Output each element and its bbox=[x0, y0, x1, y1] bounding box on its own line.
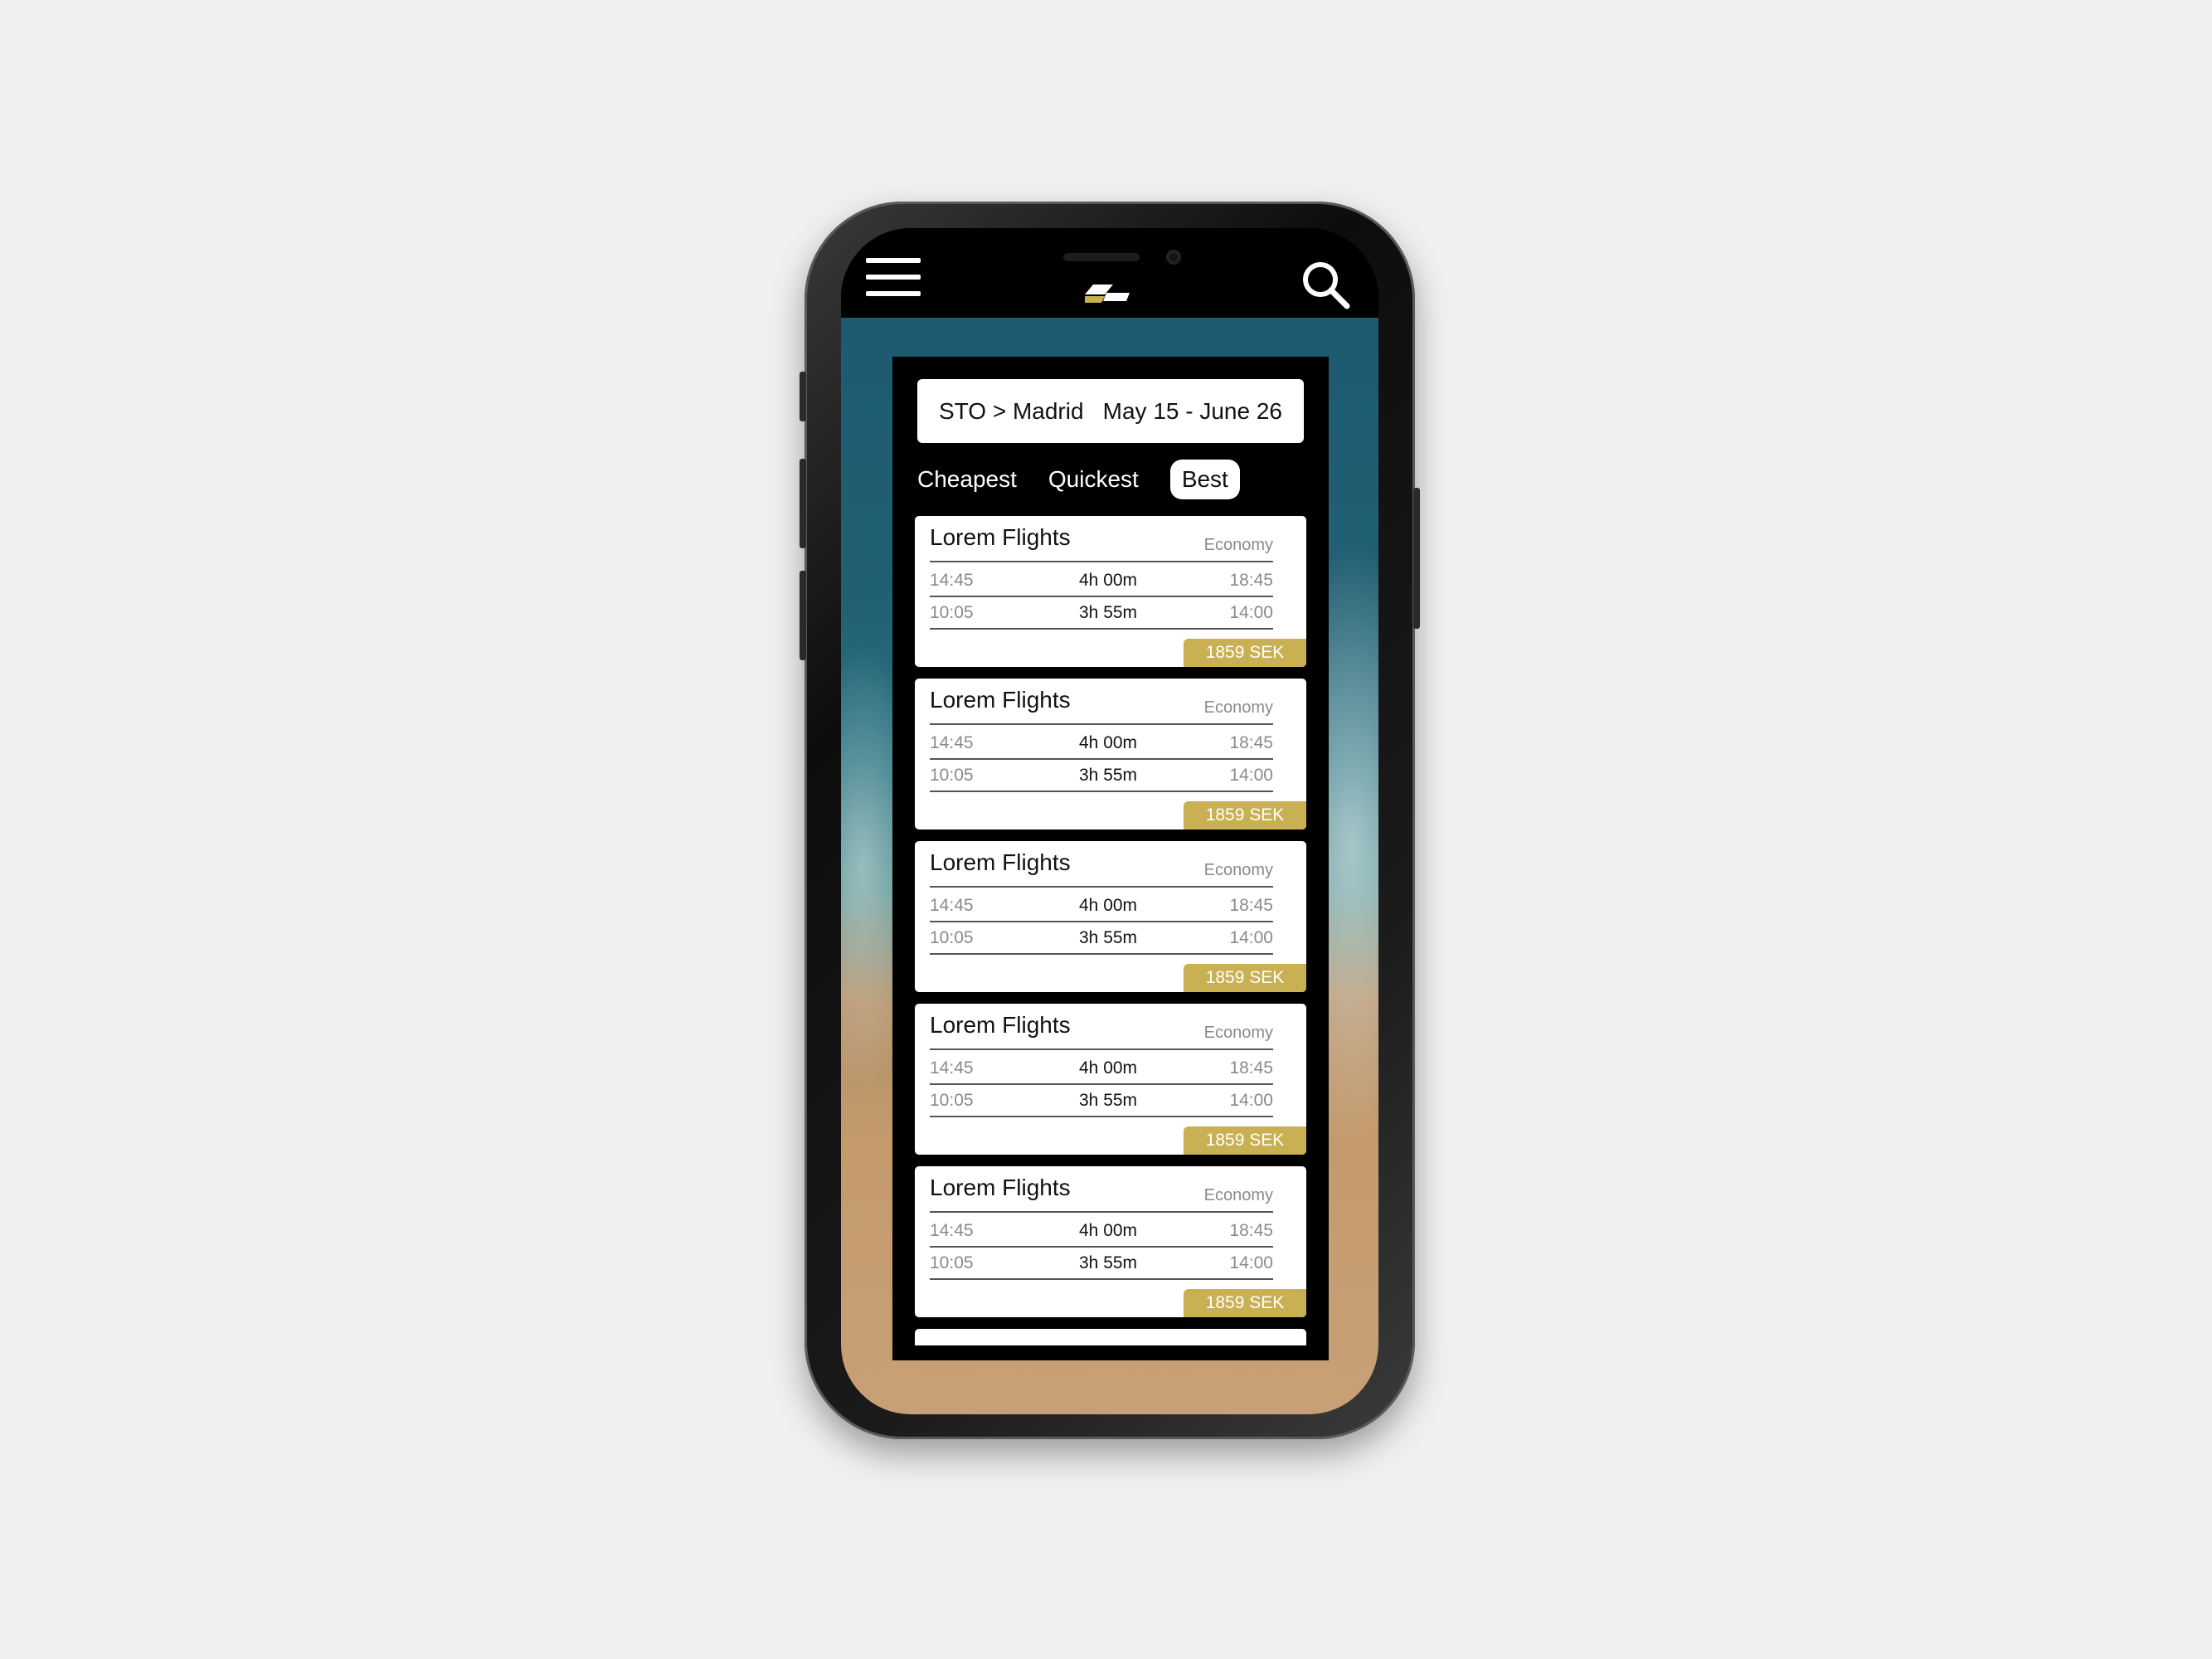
sort-tabs: Cheapest Quickest Best bbox=[917, 458, 1240, 501]
cabin-class: Economy bbox=[1203, 698, 1273, 717]
tab-best[interactable]: Best bbox=[1169, 460, 1240, 499]
cabin-class: Economy bbox=[1203, 1024, 1273, 1042]
outbound-leg: 14:45 4h 00m 18:45 bbox=[930, 1214, 1273, 1248]
departure-time: 14:45 bbox=[930, 571, 974, 590]
flight-duration: 4h 00m bbox=[1079, 1058, 1138, 1078]
tab-quickest[interactable]: Quickest bbox=[1048, 466, 1139, 493]
cabin-class: Economy bbox=[1203, 1186, 1273, 1204]
flight-duration: 3h 55m bbox=[1079, 603, 1138, 622]
top-bar bbox=[841, 228, 1378, 318]
silent-switch bbox=[800, 372, 806, 421]
results-panel: STO > Madrid May 15 - June 26 Cheapest Q… bbox=[892, 357, 1329, 1360]
phone-frame: STO > Madrid May 15 - June 26 Cheapest Q… bbox=[800, 202, 1420, 1439]
flight-duration: 4h 00m bbox=[1079, 1221, 1138, 1240]
price-badge: 1859 SEK bbox=[1184, 639, 1306, 667]
departure-time: 14:45 bbox=[930, 1058, 974, 1078]
price-badge: 1859 SEK bbox=[1184, 1126, 1306, 1155]
outbound-leg: 14:45 4h 00m 18:45 bbox=[930, 564, 1273, 597]
price-badge: 1859 SEK bbox=[1184, 964, 1306, 992]
flight-result-card[interactable]: Lorem Flights Economy 14:45 4h 00m 18:45… bbox=[915, 1004, 1306, 1155]
return-leg: 10:05 3h 55m 14:00 bbox=[930, 1084, 1273, 1117]
departure-time: 10:05 bbox=[930, 928, 974, 947]
airline-name: Lorem Flights bbox=[930, 524, 1071, 550]
flight-result-card[interactable]: Lorem Flights Economy 14:45 4h 00m 18:45… bbox=[915, 841, 1306, 992]
flight-duration: 4h 00m bbox=[1079, 896, 1138, 915]
departure-time: 10:05 bbox=[930, 603, 974, 622]
departure-time: 14:45 bbox=[930, 733, 974, 752]
price-badge: 1859 SEK bbox=[1184, 1289, 1306, 1317]
search-icon[interactable] bbox=[1300, 260, 1350, 309]
return-leg: 10:05 3h 55m 14:00 bbox=[930, 596, 1273, 630]
outbound-leg: 14:45 4h 00m 18:45 bbox=[930, 1052, 1273, 1085]
tab-cheapest[interactable]: Cheapest bbox=[917, 466, 1017, 493]
cabin-class: Economy bbox=[1203, 861, 1273, 879]
hamburger-menu-icon[interactable] bbox=[866, 258, 921, 298]
cabin-class: Economy bbox=[1203, 536, 1273, 554]
flight-result-card[interactable]: Lorem Flights Economy 14:45 4h 00m 18:45… bbox=[915, 1166, 1306, 1317]
outbound-leg: 14:45 4h 00m 18:45 bbox=[930, 727, 1273, 760]
arrival-time: 18:45 bbox=[1229, 733, 1273, 752]
volume-down-button bbox=[800, 571, 806, 660]
card-header: Lorem Flights Economy bbox=[930, 1175, 1273, 1213]
airline-logo-icon bbox=[1085, 285, 1130, 303]
flight-duration: 4h 00m bbox=[1079, 571, 1138, 590]
departure-time: 14:45 bbox=[930, 1221, 974, 1240]
arrival-time: 14:00 bbox=[1229, 1091, 1273, 1110]
arrival-time: 14:00 bbox=[1229, 1253, 1273, 1272]
airline-name: Lorem Flights bbox=[930, 687, 1071, 713]
airline-name: Lorem Flights bbox=[930, 849, 1071, 875]
return-leg: 10:05 3h 55m 14:00 bbox=[930, 1247, 1273, 1280]
arrival-time: 14:00 bbox=[1229, 766, 1273, 785]
card-header: Lorem Flights Economy bbox=[930, 687, 1273, 725]
flight-duration: 3h 55m bbox=[1079, 766, 1138, 785]
arrival-time: 18:45 bbox=[1229, 1058, 1273, 1078]
airline-name: Lorem Flights bbox=[930, 1012, 1071, 1038]
departure-time: 10:05 bbox=[930, 1091, 974, 1110]
flight-duration: 3h 55m bbox=[1079, 928, 1138, 947]
flight-results-list: Lorem Flights Economy 14:45 4h 00m 18:45… bbox=[915, 516, 1306, 1345]
search-summary-field[interactable]: STO > Madrid May 15 - June 26 bbox=[917, 379, 1304, 443]
flight-result-card-partial[interactable] bbox=[915, 1329, 1306, 1345]
arrival-time: 14:00 bbox=[1229, 928, 1273, 947]
flight-result-card[interactable]: Lorem Flights Economy 14:45 4h 00m 18:45… bbox=[915, 679, 1306, 830]
outbound-leg: 14:45 4h 00m 18:45 bbox=[930, 889, 1273, 922]
flight-duration: 3h 55m bbox=[1079, 1253, 1138, 1272]
arrival-time: 18:45 bbox=[1229, 571, 1273, 590]
volume-up-button bbox=[800, 459, 806, 548]
dates-label: May 15 - June 26 bbox=[1102, 397, 1282, 424]
departure-time: 10:05 bbox=[930, 1253, 974, 1272]
arrival-time: 14:00 bbox=[1229, 603, 1273, 622]
airline-name: Lorem Flights bbox=[930, 1175, 1071, 1200]
route-label: STO > Madrid bbox=[939, 397, 1084, 424]
card-header: Lorem Flights Economy bbox=[930, 524, 1273, 562]
phone-screen: STO > Madrid May 15 - June 26 Cheapest Q… bbox=[841, 228, 1378, 1414]
departure-time: 14:45 bbox=[930, 896, 974, 915]
flight-duration: 3h 55m bbox=[1079, 1091, 1138, 1110]
return-leg: 10:05 3h 55m 14:00 bbox=[930, 922, 1273, 955]
return-leg: 10:05 3h 55m 14:00 bbox=[930, 759, 1273, 792]
price-badge: 1859 SEK bbox=[1184, 801, 1306, 830]
speaker-grille bbox=[1063, 253, 1140, 261]
power-button bbox=[1413, 488, 1420, 629]
flight-duration: 4h 00m bbox=[1079, 733, 1138, 752]
card-header: Lorem Flights Economy bbox=[930, 1012, 1273, 1050]
front-camera bbox=[1166, 250, 1181, 265]
arrival-time: 18:45 bbox=[1229, 896, 1273, 915]
flight-result-card[interactable]: Lorem Flights Economy 14:45 4h 00m 18:45… bbox=[915, 516, 1306, 667]
card-header: Lorem Flights Economy bbox=[930, 849, 1273, 888]
departure-time: 10:05 bbox=[930, 766, 974, 785]
arrival-time: 18:45 bbox=[1229, 1221, 1273, 1240]
